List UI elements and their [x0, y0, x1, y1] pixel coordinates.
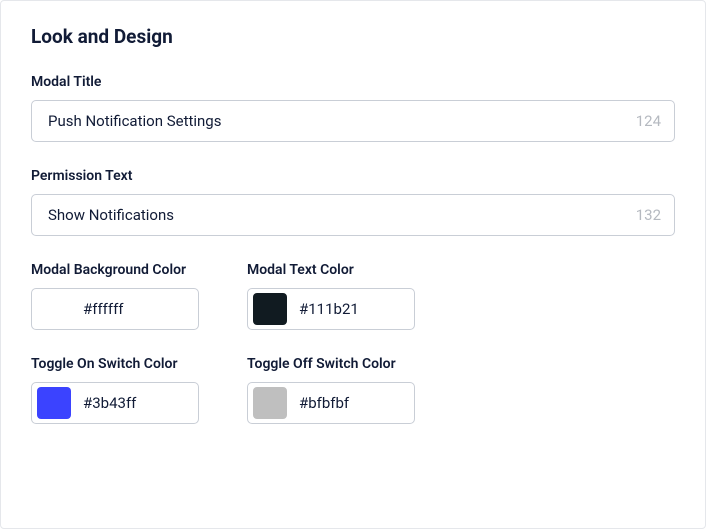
permission-text-input-wrapper: 132 — [31, 194, 675, 236]
toggle-off-value[interactable] — [299, 394, 402, 412]
modal-bg-swatch[interactable] — [37, 293, 71, 325]
toggle-off-color-label: Toggle Off Switch Color — [247, 356, 427, 372]
modal-bg-value[interactable] — [83, 300, 186, 318]
permission-text-label: Permission Text — [31, 168, 675, 184]
colors-row-1: Modal Background Color Modal Text Color — [31, 262, 675, 330]
toggle-on-color-input[interactable] — [31, 382, 199, 424]
modal-title-input-wrapper: 124 — [31, 100, 675, 142]
modal-title-input[interactable] — [31, 100, 675, 142]
permission-text-char-count: 132 — [636, 206, 661, 224]
toggle-off-swatch[interactable] — [253, 387, 287, 419]
toggle-on-value[interactable] — [83, 394, 186, 412]
modal-text-color-label: Modal Text Color — [247, 262, 427, 278]
modal-bg-color-field: Modal Background Color — [31, 262, 211, 330]
permission-text-field: Permission Text 132 — [31, 168, 675, 236]
modal-title-label: Modal Title — [31, 74, 675, 90]
toggle-on-swatch[interactable] — [37, 387, 71, 419]
modal-bg-color-input[interactable] — [31, 288, 199, 330]
modal-title-char-count: 124 — [636, 112, 661, 130]
modal-text-color-input[interactable] — [247, 288, 415, 330]
toggle-off-color-field: Toggle Off Switch Color — [247, 356, 427, 424]
modal-text-swatch[interactable] — [253, 293, 287, 325]
panel-title: Look and Design — [31, 25, 675, 48]
toggle-on-color-field: Toggle On Switch Color — [31, 356, 211, 424]
modal-bg-color-label: Modal Background Color — [31, 262, 211, 278]
modal-text-value[interactable] — [299, 300, 402, 318]
toggle-on-color-label: Toggle On Switch Color — [31, 356, 211, 372]
modal-text-color-field: Modal Text Color — [247, 262, 427, 330]
modal-title-field: Modal Title 124 — [31, 74, 675, 142]
permission-text-input[interactable] — [31, 194, 675, 236]
colors-row-2: Toggle On Switch Color Toggle Off Switch… — [31, 356, 675, 424]
look-and-design-panel: Look and Design Modal Title 124 Permissi… — [0, 0, 706, 529]
toggle-off-color-input[interactable] — [247, 382, 415, 424]
